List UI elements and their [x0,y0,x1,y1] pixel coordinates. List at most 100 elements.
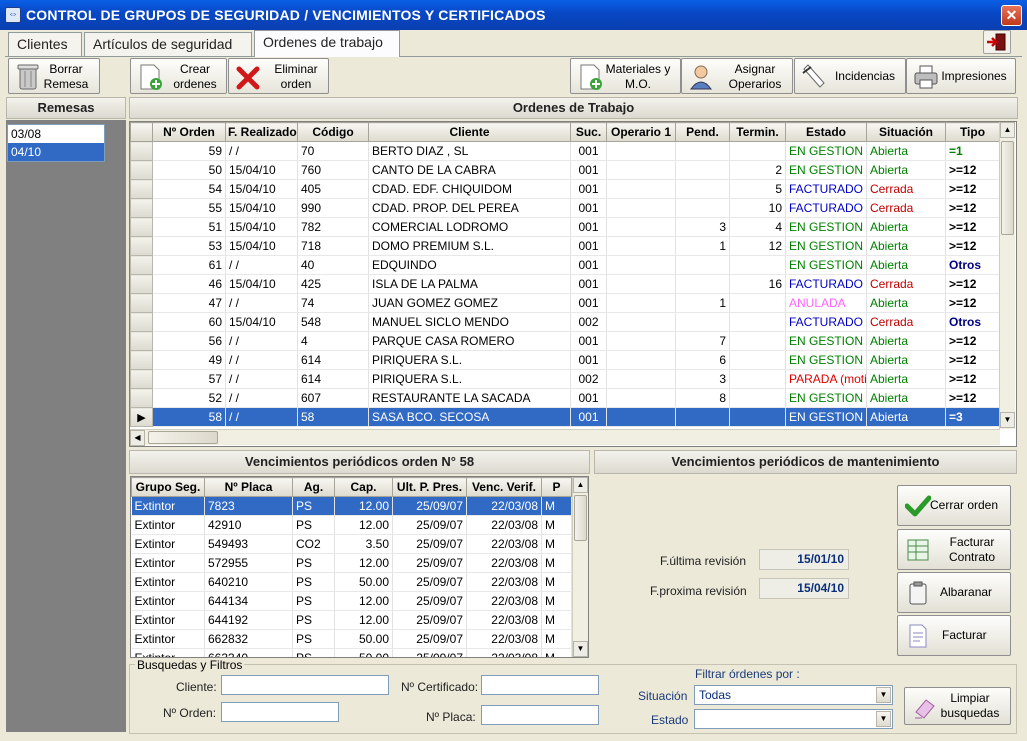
situacion-select[interactable]: Todas ▼ [694,685,893,705]
table-row[interactable]: 55 15/04/10 990 CDAD. PROP. DEL PEREA 001 10 F… [130,198,1000,218]
column-header[interactable]: Cliente [368,122,571,142]
table-row[interactable]: 47 / /74 JUAN GOMEZ GOMEZ 001 1 ANULADA Abier… [130,293,1000,313]
scroll-thumb[interactable] [1001,141,1014,235]
column-header[interactable]: Operario 1 [606,122,676,142]
vencimientos-vertical-scrollbar[interactable]: ▲ ▼ [572,477,588,657]
table-row[interactable]: Extintor 549493 CO2 3.50 25/09/07 22/03/08 M [131,534,572,554]
estado-select[interactable]: ▼ [694,709,893,729]
row-indicator[interactable] [130,255,153,275]
column-header[interactable]: Tipo [945,122,1000,142]
table-row[interactable]: 59 / /70 BERTO DIAZ , SL 001 EN GESTION Abie… [130,141,1000,161]
tab-articulos[interactable]: Artículos de seguridad [84,32,252,56]
materiales-button[interactable]: Materiales y M.O. [570,58,681,94]
column-header[interactable]: P [541,477,572,497]
remesa-item[interactable]: 03/08 [8,125,104,143]
row-indicator[interactable] [130,312,153,332]
table-row[interactable]: 57 / /614 PIRIQUERA S.L. 002 3 PARADA (moti A… [130,369,1000,389]
row-indicator[interactable] [130,217,153,237]
table-row[interactable]: 50 15/04/10 760 CANTO DE LA CABRA 001 2 EN GES… [130,160,1000,180]
row-indicator[interactable] [130,179,153,199]
table-row[interactable]: Extintor 7823 PS 12.00 25/09/07 22/03/08 M [131,496,572,516]
table-row[interactable]: Extintor 640210 PS 50.00 25/09/07 22/03/08 M [131,572,572,592]
column-header[interactable]: Nº Placa [204,477,293,497]
ordenes-vertical-scrollbar[interactable]: ▲ ▼ [999,122,1015,429]
impresiones-button[interactable]: Impresiones [906,58,1016,94]
row-indicator[interactable] [130,236,153,256]
row-indicator[interactable] [130,331,153,351]
row-indicator[interactable] [130,388,153,408]
column-header[interactable]: Código [297,122,369,142]
table-row[interactable]: 51 15/04/10 782 COMERCIAL LODROMO 001 3 4 EN GE… [130,217,1000,237]
facturar-contrato-button[interactable]: Facturar Contrato [897,529,1011,570]
certificado-input[interactable] [481,675,599,695]
table-row[interactable]: 61 / /40 EDQUINDO 001 EN GESTION Abierta Otro… [130,255,1000,275]
crear-ordenes-button[interactable]: Crear ordenes [130,58,227,94]
column-header[interactable]: Pend. [675,122,730,142]
placa-input[interactable] [481,705,599,725]
table-row[interactable]: Extintor 662832 PS 50.00 25/09/07 22/03/08 M [131,629,572,649]
row-indicator[interactable] [130,369,153,389]
remesa-item-selected[interactable]: 04/10 [8,143,104,161]
ordenes-grid[interactable]: Nº Orden F. Realizado Código Cliente Suc. Ope… [129,121,1017,447]
cerrar-orden-button[interactable]: Cerrar orden [897,485,1011,526]
row-indicator[interactable] [130,141,153,161]
albaranar-button[interactable]: Albaranar [897,572,1011,613]
incidencias-button[interactable]: Incidencias [794,58,906,94]
orden-input[interactable] [221,702,339,722]
table-row[interactable]: Extintor 644134 PS 12.00 25/09/07 22/03/08 M [131,591,572,611]
row-indicator[interactable] [130,274,153,294]
hscroll-thumb[interactable] [148,431,218,444]
column-header[interactable]: Ult. P. Pres. [392,477,467,497]
ultima-revision-field[interactable]: 15/01/10 [759,549,849,570]
tab-clientes[interactable]: Clientes [8,32,82,56]
remesas-list[interactable]: 03/08 04/10 [7,124,105,162]
cliente-input[interactable] [221,675,389,695]
current-row-arrow-icon[interactable]: ▶ [130,407,153,427]
scroll-thumb[interactable] [574,495,587,541]
column-header[interactable]: Situación [866,122,946,142]
scroll-down-arrow-icon[interactable]: ▼ [1000,412,1015,428]
table-row[interactable]: 60 15/04/10 548 MANUEL SICLO MENDO 002 FACTUR… [130,312,1000,332]
table-row[interactable]: 56 / /4 PARQUE CASA ROMERO 001 7 EN GESTION A… [130,331,1000,351]
proxima-revision-field[interactable]: 15/04/10 [759,578,849,599]
column-header[interactable]: Grupo Seg. [131,477,205,497]
vencimientos-grid[interactable]: Grupo Seg. Nº Placa Ag. Cap. Ult. P. Pres. Ve… [130,476,589,658]
eliminar-orden-button[interactable]: Eliminar orden [228,58,329,94]
borrar-remesa-button[interactable]: Borrar Remesa [8,58,100,94]
table-row[interactable]: 46 15/04/10 425 ISLA DE LA PALMA 001 16 FACTUR… [130,274,1000,294]
row-indicator[interactable] [130,350,153,370]
table-row[interactable]: 53 15/04/10 718 DOMO PREMIUM S.L. 001 1 12 EN G… [130,236,1000,256]
table-row[interactable]: Extintor 42910 PS 12.00 25/09/07 22/03/08 M [131,515,572,535]
scroll-up-arrow-icon[interactable]: ▲ [573,477,588,493]
chevron-down-icon[interactable]: ▼ [876,711,891,727]
ordenes-horizontal-scrollbar[interactable]: ◀ [130,429,1000,446]
table-row[interactable]: ▶ 58 / /58 SASA BCO. SECOSA 001 EN GESTION Ab… [130,407,1000,427]
close-icon[interactable]: ✕ [1001,5,1022,26]
table-row[interactable]: Extintor 572955 PS 12.00 25/09/07 22/03/08 M [131,553,572,573]
row-indicator[interactable] [130,198,153,218]
scroll-up-arrow-icon[interactable]: ▲ [1000,122,1015,138]
column-header[interactable]: Cap. [334,477,393,497]
table-row[interactable]: 49 / /614 PIRIQUERA S.L. 001 6 EN GESTION Abi… [130,350,1000,370]
column-header[interactable]: Termin. [729,122,786,142]
table-row[interactable]: 52 / /607 RESTAURANTE LA SACADA 001 8 EN GES… [130,388,1000,408]
table-row[interactable]: Extintor 663340 PS 50.00 25/09/07 22/03/08 M [131,648,572,657]
chevron-down-icon[interactable]: ▼ [876,687,891,703]
tab-ordenes[interactable]: Ordenes de trabajo [254,30,400,57]
facturar-button[interactable]: Facturar [897,615,1011,656]
column-header[interactable]: Venc. Verif. [466,477,542,497]
table-row[interactable]: 54 15/04/10 405 CDAD. EDF. CHIQUIDOM 001 5 FAC… [130,179,1000,199]
table-row[interactable]: Extintor 644192 PS 12.00 25/09/07 22/03/08 M [131,610,572,630]
row-indicator[interactable] [130,160,153,180]
exit-button[interactable] [983,30,1011,54]
row-indicator[interactable] [130,293,153,313]
scroll-left-arrow-icon[interactable]: ◀ [130,430,145,446]
column-header[interactable]: Suc. [570,122,607,142]
column-header[interactable]: Nº Orden [152,122,226,142]
column-header[interactable]: F. Realizado [225,122,298,142]
asignar-operarios-button[interactable]: Asignar Operarios [681,58,793,94]
limpiar-busquedas-button[interactable]: Limpiar busquedas [904,687,1011,725]
column-header[interactable]: Estado [785,122,867,142]
column-header[interactable]: Ag. [292,477,335,497]
scroll-down-arrow-icon[interactable]: ▼ [573,641,588,657]
